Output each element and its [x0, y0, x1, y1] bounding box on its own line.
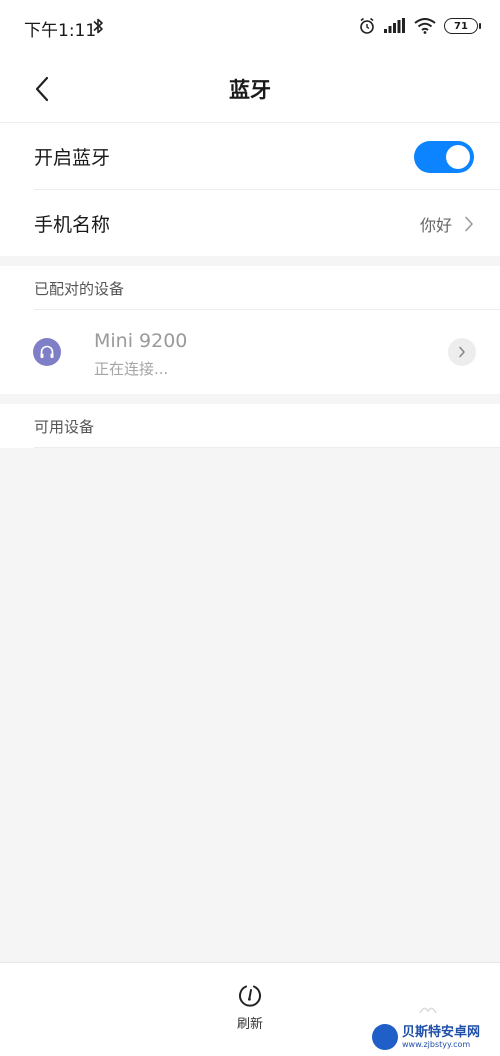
refresh-button[interactable]: 刷新	[220, 983, 280, 1039]
phone-name-label: 手机名称	[34, 214, 111, 236]
alarm-icon	[360, 17, 374, 34]
watermark-text: 贝斯特安卓网 www.zjbstyy.com	[402, 1025, 480, 1050]
headphones-icon	[33, 338, 61, 366]
available-devices-title: 可用设备	[34, 417, 95, 436]
watermark-url: www.zjbstyy.com	[402, 1039, 471, 1049]
phone-name-row[interactable]: 手机名称 你好	[0, 190, 500, 257]
device-name: Mini 9200	[94, 330, 188, 352]
bluetooth-toggle-row[interactable]: 开启蓝牙	[0, 123, 500, 190]
paired-device-row[interactable]: Mini 9200 正在连接...	[0, 310, 500, 394]
bluetooth-settings-card: 开启蓝牙 手机名称 你好	[0, 122, 500, 256]
chevron-right-icon	[459, 346, 465, 358]
chevron-right-icon	[465, 216, 473, 231]
phone-name-value: 你好	[419, 215, 452, 235]
device-detail-button[interactable]	[448, 338, 476, 366]
more-icon	[419, 1007, 437, 1014]
paired-devices-header: 已配对的设备	[0, 266, 500, 310]
watermark-logo	[372, 1024, 398, 1050]
wifi-icon	[414, 18, 436, 34]
device-status: 正在连接...	[94, 360, 169, 378]
paired-devices-title: 已配对的设备	[34, 279, 125, 298]
available-devices-header: 可用设备	[0, 404, 500, 448]
watermark: 贝斯特安卓网 www.zjbstyy.com	[372, 1018, 500, 1056]
status-bar: 下午1:11 71	[0, 0, 500, 56]
refresh-icon	[239, 985, 261, 1007]
refresh-label: 刷新	[236, 1017, 263, 1032]
nav-bar: 蓝牙	[0, 56, 500, 122]
watermark-title: 贝斯特安卓网	[402, 1024, 481, 1040]
section-divider	[34, 447, 500, 448]
status-icons: 71	[358, 17, 481, 35]
bluetooth-toggle[interactable]	[414, 140, 474, 173]
toggle-knob	[446, 144, 470, 169]
bluetooth-icon	[93, 18, 103, 34]
battery-level: 71	[454, 20, 468, 32]
signal-icon	[384, 18, 405, 33]
battery-icon: 71	[444, 18, 481, 34]
status-time: 下午1:11	[24, 21, 97, 41]
page-title: 蓝牙	[229, 78, 271, 102]
bluetooth-toggle-label: 开启蓝牙	[34, 147, 111, 169]
